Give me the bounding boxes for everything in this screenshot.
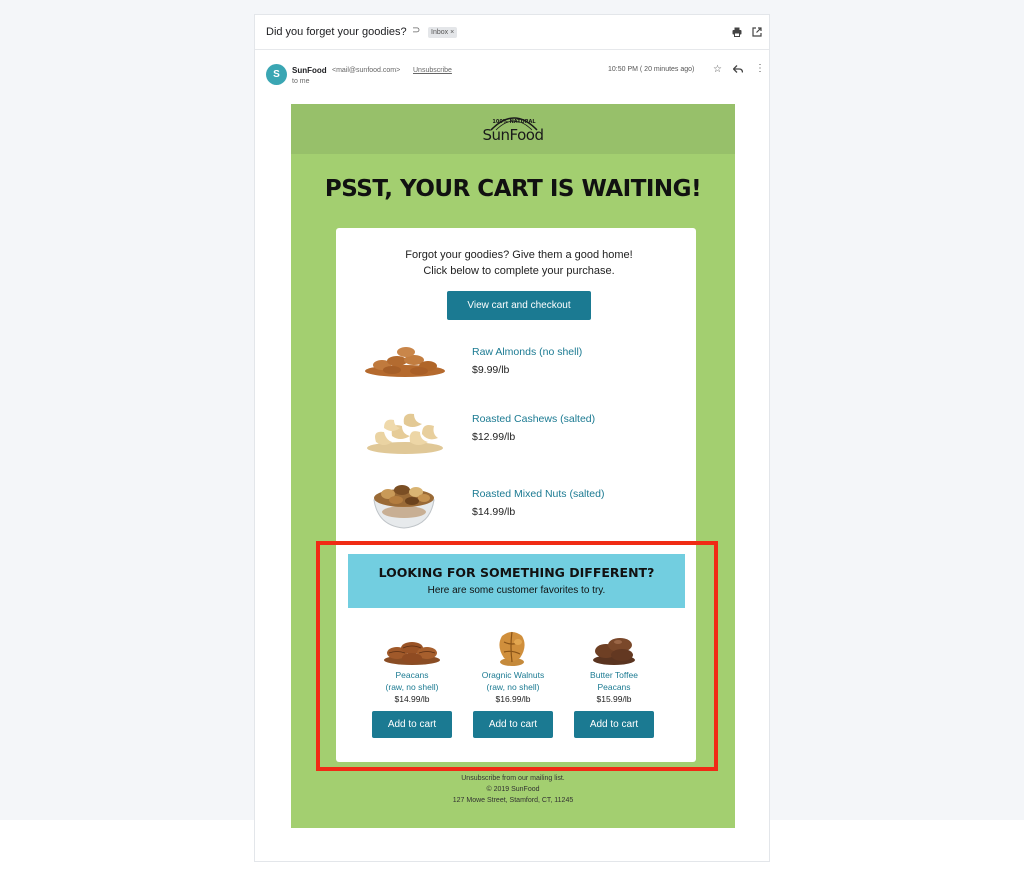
recipient-label: to me — [292, 78, 310, 85]
logo-wordmark: SunFood — [482, 126, 544, 144]
email-headline: PSST, YOUR CART IS WAITING! — [324, 176, 702, 202]
subject-bar: Did you forget your goodies? ⊃ Inbox × — [255, 15, 769, 50]
footer-unsubscribe-link[interactable]: Unsubscribe from our mailing list. — [291, 773, 735, 784]
sender-avatar: S — [266, 64, 287, 85]
sender-name: SunFood — [292, 66, 327, 75]
unsubscribe-link[interactable]: Unsubscribe — [413, 67, 452, 74]
intro-text: Forgot your goodies? Give them a good ho… — [336, 247, 702, 279]
reply-icon[interactable] — [733, 65, 743, 73]
brand-header: 100% NATURAL SunFood — [291, 104, 735, 154]
almonds-image — [365, 347, 445, 377]
footer-address: 127 Mowe Street, Stamford, CT, 11245 — [452, 797, 574, 804]
email-footer: Unsubscribe from our mailing list. © 201… — [291, 773, 735, 806]
more-options-icon[interactable]: ⋮ — [755, 64, 765, 74]
open-in-new-window-icon[interactable] — [752, 27, 762, 37]
inbox-label-chip[interactable]: Inbox × — [428, 27, 458, 38]
print-icon[interactable] — [732, 27, 742, 37]
email-subject: Did you forget your goodies? — [266, 26, 407, 38]
email-timestamp: 10:50 PM ( 20 minutes ago) — [608, 66, 695, 73]
cart-item-price: $14.99/lb — [472, 506, 516, 518]
cart-item-price: $9.99/lb — [472, 364, 510, 376]
remove-label-icon[interactable]: × — [450, 29, 454, 36]
cashews-image — [367, 413, 443, 454]
cart-item-price: $12.99/lb — [472, 431, 516, 443]
footer-copyright: © 2019 SunFood — [486, 786, 540, 793]
view-cart-checkout-button[interactable]: View cart and checkout — [447, 291, 591, 320]
cart-item-name[interactable]: Roasted Mixed Nuts (salted) — [472, 488, 604, 500]
intro-line-2: Click below to complete your purchase. — [423, 265, 615, 277]
sender-email: <mail@sunfood.com> — [332, 67, 401, 74]
highlight-annotation-box — [316, 541, 718, 771]
cart-item-name[interactable]: Raw Almonds (no shell) — [472, 346, 582, 358]
intro-line-1: Forgot your goodies? Give them a good ho… — [405, 249, 633, 261]
svg-text:100% NATURAL: 100% NATURAL — [492, 119, 536, 125]
star-icon[interactable]: ☆ — [713, 64, 722, 75]
cart-item-name[interactable]: Roasted Cashews (salted) — [472, 413, 595, 425]
mixed-nuts-image — [373, 485, 435, 529]
label-arrow-icon[interactable]: ⊃ — [412, 25, 420, 36]
